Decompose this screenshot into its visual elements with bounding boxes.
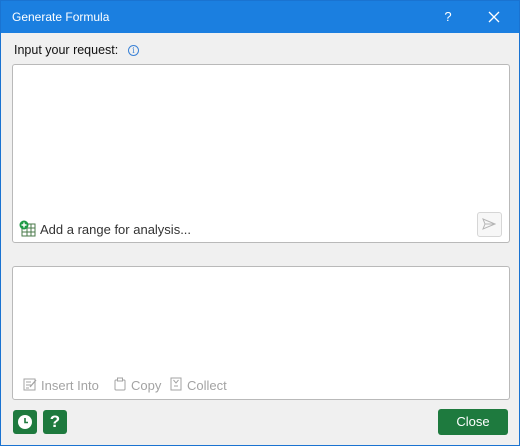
request-label: Input your request: — [14, 43, 119, 57]
request-input[interactable]: Add a range for analysis... — [12, 64, 510, 243]
clock-icon — [18, 415, 32, 429]
add-range-icon[interactable] — [19, 220, 37, 238]
insert-icon — [23, 378, 37, 391]
dialog-title: Generate Formula — [12, 10, 110, 24]
collect-icon — [170, 377, 182, 391]
copy-label: Copy — [131, 378, 162, 393]
info-icon[interactable]: i — [128, 45, 139, 56]
question-mark-icon: ? — [49, 412, 61, 431]
title-bar: Generate Formula ? — [1, 1, 519, 33]
collect-label: Collect — [187, 378, 227, 393]
history-button[interactable] — [13, 410, 37, 434]
close-button[interactable]: Close — [438, 409, 508, 435]
insert-into-label: Insert Into — [41, 378, 99, 393]
result-output: Insert Into Copy Collect — [12, 266, 510, 400]
send-icon — [482, 218, 496, 230]
generate-formula-dialog: Generate Formula ? Input your request: i… — [0, 0, 520, 446]
question-icon: ? — [444, 9, 452, 24]
close-icon — [488, 11, 500, 23]
send-button[interactable] — [477, 212, 502, 237]
copy-icon — [114, 377, 126, 391]
footer-help-button[interactable]: ? — [43, 410, 67, 434]
close-window-button[interactable] — [472, 1, 516, 33]
add-range-link[interactable]: Add a range for analysis... — [40, 222, 191, 237]
help-button[interactable]: ? — [426, 1, 470, 33]
